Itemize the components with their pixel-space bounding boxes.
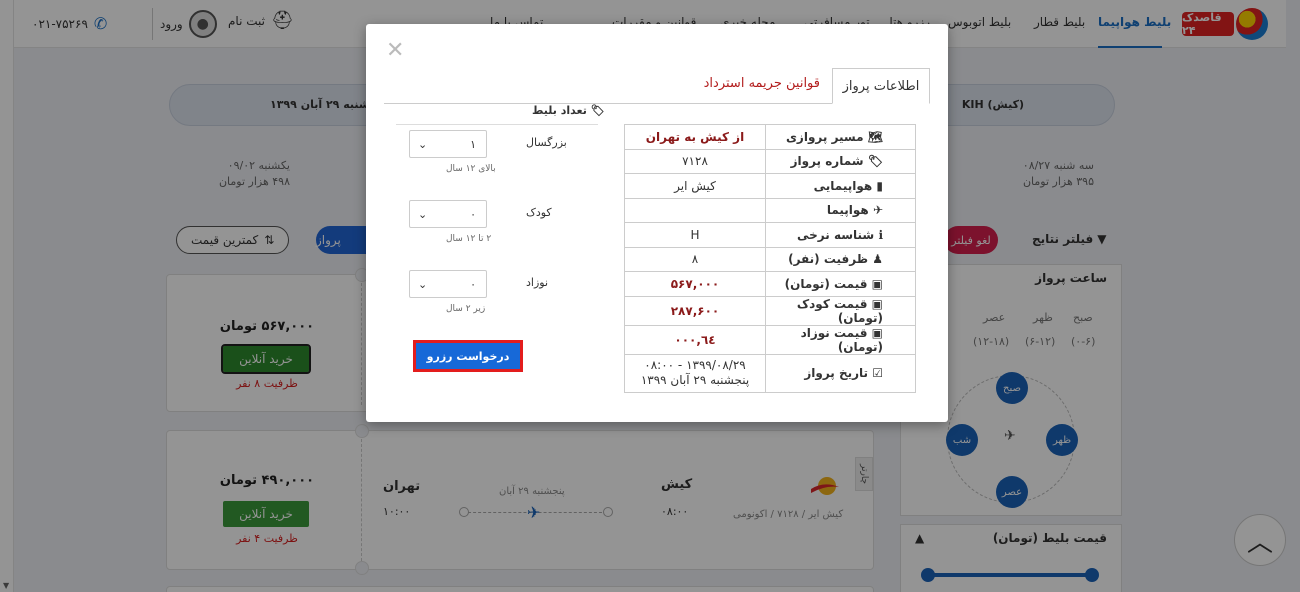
info-value: کیش ایر (624, 173, 766, 199)
child-count-value: ۰ (470, 207, 476, 221)
info-label: ▣ قیمت نوزاد (تومان) (765, 324, 916, 355)
chevron-down-icon: ⌄ (418, 277, 428, 291)
building-icon: ▮ (872, 178, 883, 193)
infant-count-value: ۰ (470, 277, 476, 291)
money-icon: ▣ (867, 276, 883, 291)
info-value: ۲۸۷,۶۰۰ (624, 295, 766, 326)
info-value: ۵۶۷,۰۰۰ (624, 271, 766, 297)
map-icon: 🗺 (863, 129, 883, 144)
ticket-icon: 🏷 (590, 104, 605, 117)
info-value: ۷۱۲۸ (624, 148, 766, 174)
person-icon: ♟ (868, 252, 883, 267)
info-label: ♟ ظرفیت (نفر) (765, 246, 916, 272)
chevron-down-icon: ⌄ (418, 137, 428, 151)
info-label: ▣ قیمت (تومان) (765, 271, 916, 297)
money-icon: ▣ (867, 296, 883, 311)
ticket-count-divider (396, 124, 598, 125)
plane-icon: ✈ (868, 203, 883, 218)
chevron-down-icon: ⌄ (418, 207, 428, 221)
adult-label: بزرگسال (526, 136, 567, 149)
tag-icon: 🏷 (863, 154, 883, 169)
info-row: ☑ تاریخ پرواز ۱۳۹۹/۰۸/۲۹ - ۰۸:۰۰ پنجشنبه… (624, 353, 916, 393)
info-row: ℹ شناسه نرخی H (624, 222, 916, 248)
info-label: 🏷 شماره پرواز (765, 148, 916, 174)
ticket-count-title: 🏷 تعداد بلیط (532, 104, 605, 117)
infant-hint: زیر ۲ سال (446, 304, 486, 314)
info-value: ۱۳۹۹/۰۸/۲۹ - ۰۸:۰۰ پنجشنبه ۲۹ آبان ۱۳۹۹ (624, 353, 766, 393)
reserve-request-button[interactable]: درخواست رزرو (413, 340, 523, 372)
info-row: ▮ هواپیمایی کیش ایر (624, 173, 916, 199)
infant-label: نوزاد (526, 276, 549, 289)
flight-info-table: 🗺 مسیر پروازی از کیش به تهران 🏷 شماره پر… (624, 124, 916, 393)
flight-details-modal: ✕ اطلاعات پرواز قوانین جریمه استرداد 🗺 م… (366, 24, 948, 422)
info-value: ۸ (624, 246, 766, 272)
tab-flight-info[interactable]: اطلاعات پرواز (832, 68, 930, 104)
child-label: کودک (526, 206, 552, 219)
adult-hint: بالای ۱۲ سال (446, 164, 496, 174)
info-value (624, 197, 766, 223)
info-row: ▣ قیمت کودک (تومان) ۲۸۷,۶۰۰ (624, 295, 916, 326)
info-row: ✈ هواپیما (624, 197, 916, 223)
info-row: ▣ قیمت (تومان) ۵۶۷,۰۰۰ (624, 271, 916, 297)
child-hint: ۲ تا ۱۲ سال (446, 234, 492, 244)
close-icon[interactable]: ✕ (386, 38, 404, 63)
info-value: از کیش به تهران (624, 124, 766, 150)
info-icon: ℹ (874, 227, 883, 242)
tab-refund-rules[interactable]: قوانین جریمه استرداد (704, 76, 820, 91)
info-value: ٦٤,۰۰۰ (624, 324, 766, 355)
info-row: ♟ ظرفیت (نفر) ۸ (624, 246, 916, 272)
info-label: 🗺 مسیر پروازی (765, 124, 916, 150)
infant-count-select[interactable]: ⌄ ۰ (409, 270, 487, 298)
flight-datetime: ۱۳۹۹/۰۸/۲۹ - ۰۸:۰۰ (644, 358, 746, 372)
info-label: ▣ قیمت کودک (تومان) (765, 295, 916, 326)
info-row: 🏷 شماره پرواز ۷۱۲۸ (624, 148, 916, 174)
info-value: H (624, 222, 766, 248)
info-label: ℹ شناسه نرخی (765, 222, 916, 248)
info-label: ☑ تاریخ پرواز (765, 353, 916, 393)
adult-count-value: ۱ (470, 137, 476, 151)
info-row: 🗺 مسیر پروازی از کیش به تهران (624, 124, 916, 150)
info-row: ▣ قیمت نوزاد (تومان) ٦٤,۰۰۰ (624, 324, 916, 355)
info-label: ✈ هواپیما (765, 197, 916, 223)
child-count-select[interactable]: ⌄ ۰ (409, 200, 487, 228)
money-icon: ▣ (867, 325, 883, 340)
calendar-icon: ☑ (868, 365, 883, 380)
adult-count-select[interactable]: ⌄ ۱ (409, 130, 487, 158)
info-label: ▮ هواپیمایی (765, 173, 916, 199)
flight-date-text: پنجشنبه ۲۹ آبان ۱۳۹۹ (640, 373, 750, 387)
